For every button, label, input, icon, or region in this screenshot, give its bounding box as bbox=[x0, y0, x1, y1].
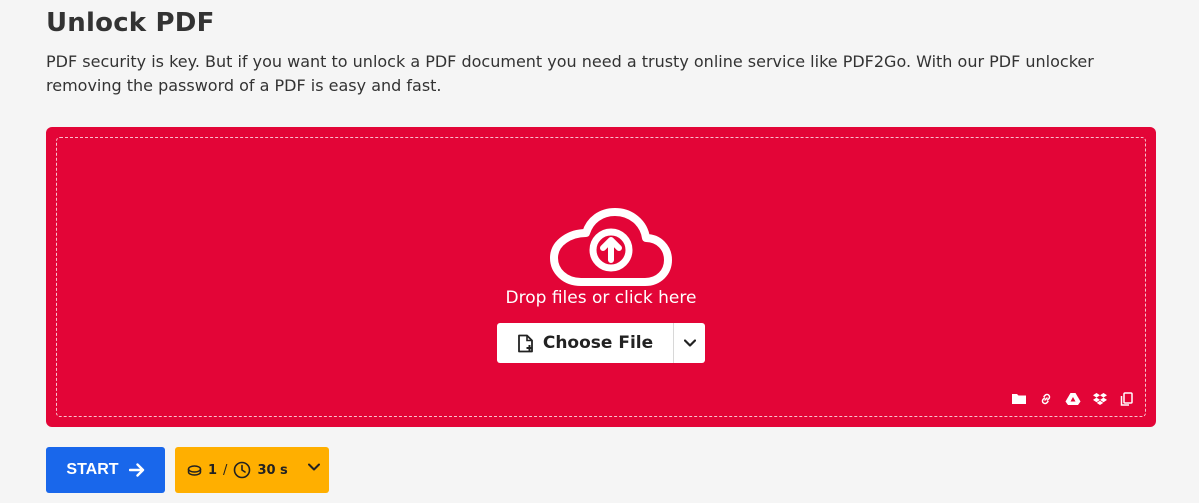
page-description: PDF security is key. But if you want to … bbox=[46, 52, 1094, 95]
credits-value: 1 bbox=[208, 462, 218, 478]
choose-file-label: Choose File bbox=[542, 333, 654, 353]
folder-icon[interactable] bbox=[1010, 391, 1027, 406]
start-label: START bbox=[66, 461, 119, 478]
clipboard-icon[interactable] bbox=[1118, 391, 1135, 406]
drop-prompt: Drop files or click here bbox=[505, 288, 697, 308]
time-value: 30 s bbox=[257, 462, 288, 478]
credits-time-dropdown[interactable]: 1 / 30 s bbox=[175, 447, 329, 493]
link-icon[interactable] bbox=[1037, 391, 1054, 406]
chevron-down-icon bbox=[683, 339, 696, 347]
clock-icon bbox=[234, 461, 251, 479]
credits-separator: / bbox=[223, 462, 228, 478]
coin-icon bbox=[187, 464, 202, 476]
choose-file-button[interactable]: Choose File bbox=[497, 323, 674, 363]
upload-options-dropdown[interactable] bbox=[674, 323, 705, 363]
dropzone-border[interactable]: Drop files or click here Choose File bbox=[56, 137, 1146, 417]
google-drive-icon[interactable] bbox=[1064, 391, 1081, 406]
page: Unlock PDF PDF security is key. But if y… bbox=[0, 0, 1199, 503]
start-button[interactable]: START bbox=[46, 447, 165, 493]
chevron-down-icon bbox=[308, 463, 320, 471]
upload-source-icons bbox=[1010, 391, 1135, 406]
page-title: Unlock PDF bbox=[46, 8, 215, 38]
file-dropzone[interactable]: Drop files or click here Choose File bbox=[46, 127, 1156, 427]
arrow-right-icon bbox=[128, 463, 144, 477]
cloud-upload-icon bbox=[550, 208, 672, 286]
dropbox-icon[interactable] bbox=[1091, 391, 1108, 406]
file-add-icon bbox=[517, 334, 533, 352]
choose-file-group: Choose File bbox=[497, 323, 705, 363]
